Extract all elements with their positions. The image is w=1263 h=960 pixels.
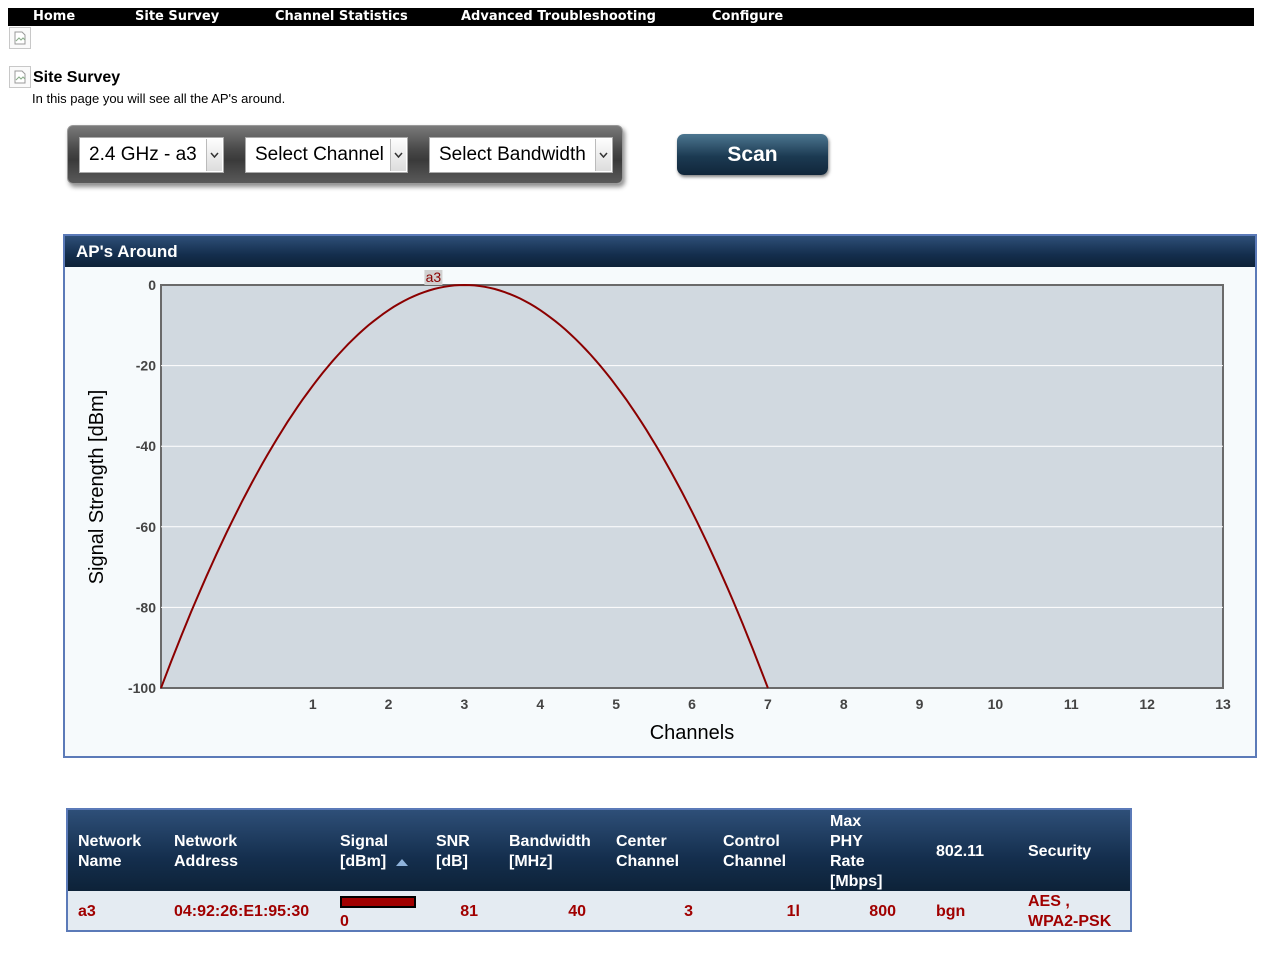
- bandwidth-select-value: Select Bandwidth: [439, 144, 586, 165]
- nav-configure[interactable]: Configure: [712, 8, 783, 26]
- signal-strength-bar: [340, 896, 416, 908]
- cell-signal: 0: [340, 913, 349, 930]
- nav-site-survey[interactable]: Site Survey: [135, 8, 219, 26]
- channel-select-value: Select Channel: [255, 144, 384, 165]
- x-tick-label: 8: [840, 696, 848, 712]
- x-tick-label: 9: [916, 696, 924, 712]
- col-network-name[interactable]: Network Name: [78, 832, 141, 872]
- cell-network-address: 04:92:26:E1:95:30: [174, 903, 310, 920]
- ap-table: Network Name Network Address Signal [dBm] …: [66, 808, 1132, 932]
- chevron-down-icon: [390, 139, 406, 171]
- y-tick-label: -40: [136, 438, 156, 454]
- filter-panel: 2.4 GHz - a3 Select Channel Select Bandw…: [67, 125, 623, 184]
- x-tick-label: 4: [536, 696, 544, 712]
- col-network-address[interactable]: Network Address: [174, 832, 238, 872]
- broken-image-icon: [9, 66, 31, 88]
- table-header: Network Name Network Address Signal [dBm] …: [68, 810, 1130, 891]
- x-tick-label: 10: [988, 696, 1004, 712]
- cell-80211: bgn: [936, 903, 966, 920]
- col-bandwidth[interactable]: Bandwidth [MHz]: [509, 832, 591, 872]
- cell-max-phy-rate: 800: [869, 903, 896, 920]
- col-snr[interactable]: SNR [dB]: [436, 832, 470, 872]
- y-tick-label: 0: [148, 277, 156, 293]
- cell-snr: 81: [460, 903, 478, 920]
- top-nav-bar: Home Site Survey Channel Statistics Adva…: [8, 8, 1254, 26]
- channel-select[interactable]: Select Channel: [245, 137, 408, 173]
- col-signal[interactable]: Signal [dBm]: [340, 832, 409, 872]
- bandwidth-select[interactable]: Select Bandwidth: [429, 137, 613, 173]
- broken-image-icon: [9, 27, 31, 49]
- x-tick-label: 5: [612, 696, 620, 712]
- x-tick-label: 2: [385, 696, 393, 712]
- y-tick-label: -20: [136, 358, 156, 374]
- chevron-down-icon: [206, 139, 222, 171]
- col-center-channel[interactable]: Center Channel: [616, 832, 679, 872]
- page-description: In this page you will see all the AP's a…: [32, 91, 286, 106]
- page-title: Site Survey: [33, 69, 121, 86]
- col-max-phy-rate[interactable]: Max PHY Rate [Mbps]: [830, 812, 882, 892]
- series-label: a3: [426, 269, 442, 285]
- col-80211[interactable]: 802.11: [936, 842, 984, 862]
- signal-chart: 0-20-40-60-80-100 1 2 3 4 5 6 7 8 9 10 11 12 13 a3 S…: [86, 269, 1231, 744]
- signal-strength-fill: [342, 898, 414, 906]
- band-select[interactable]: 2.4 GHz - a3: [79, 137, 224, 173]
- x-tick-label: 12: [1139, 696, 1155, 712]
- cell-control-channel: 1l: [786, 903, 800, 920]
- x-tick-label: 3: [461, 696, 469, 712]
- x-tick-label: 7: [764, 696, 772, 712]
- x-tick-label: 13: [1215, 696, 1231, 712]
- x-tick-label: 6: [688, 696, 696, 712]
- y-tick-label: -80: [136, 599, 156, 615]
- y-tick-label: -60: [136, 519, 156, 535]
- scan-button[interactable]: Scan: [677, 134, 828, 175]
- cell-bandwidth: 40: [568, 903, 586, 920]
- nav-advanced-troubleshooting[interactable]: Advanced Troubleshooting: [461, 8, 656, 26]
- x-tick-label: 11: [1064, 696, 1079, 712]
- panel-title: AP's Around: [65, 236, 1255, 267]
- plot-area: [160, 284, 1224, 689]
- x-axis-label: Channels: [650, 722, 735, 744]
- col-control-channel[interactable]: Control Channel: [723, 832, 786, 872]
- cell-security: AES , WPA2-PSK: [1028, 893, 1112, 930]
- aps-around-panel: AP's Around 0 -20 -40 -60 -80 -100 1234567891…: [63, 234, 1257, 758]
- col-security[interactable]: Security: [1028, 842, 1091, 862]
- y-tick-label: -100: [128, 680, 156, 696]
- y-axis-label: Signal Strength [dBm]: [86, 390, 108, 585]
- cell-network-name: a3: [78, 903, 96, 920]
- x-tick-label: 1: [309, 696, 317, 712]
- nav-channel-statistics[interactable]: Channel Statistics: [275, 8, 408, 26]
- chevron-down-icon: [595, 139, 611, 171]
- sort-ascending-icon: [395, 858, 408, 866]
- band-select-value: 2.4 GHz - a3: [89, 144, 197, 165]
- nav-home[interactable]: Home: [33, 8, 75, 26]
- cell-center-channel: 3: [684, 903, 693, 920]
